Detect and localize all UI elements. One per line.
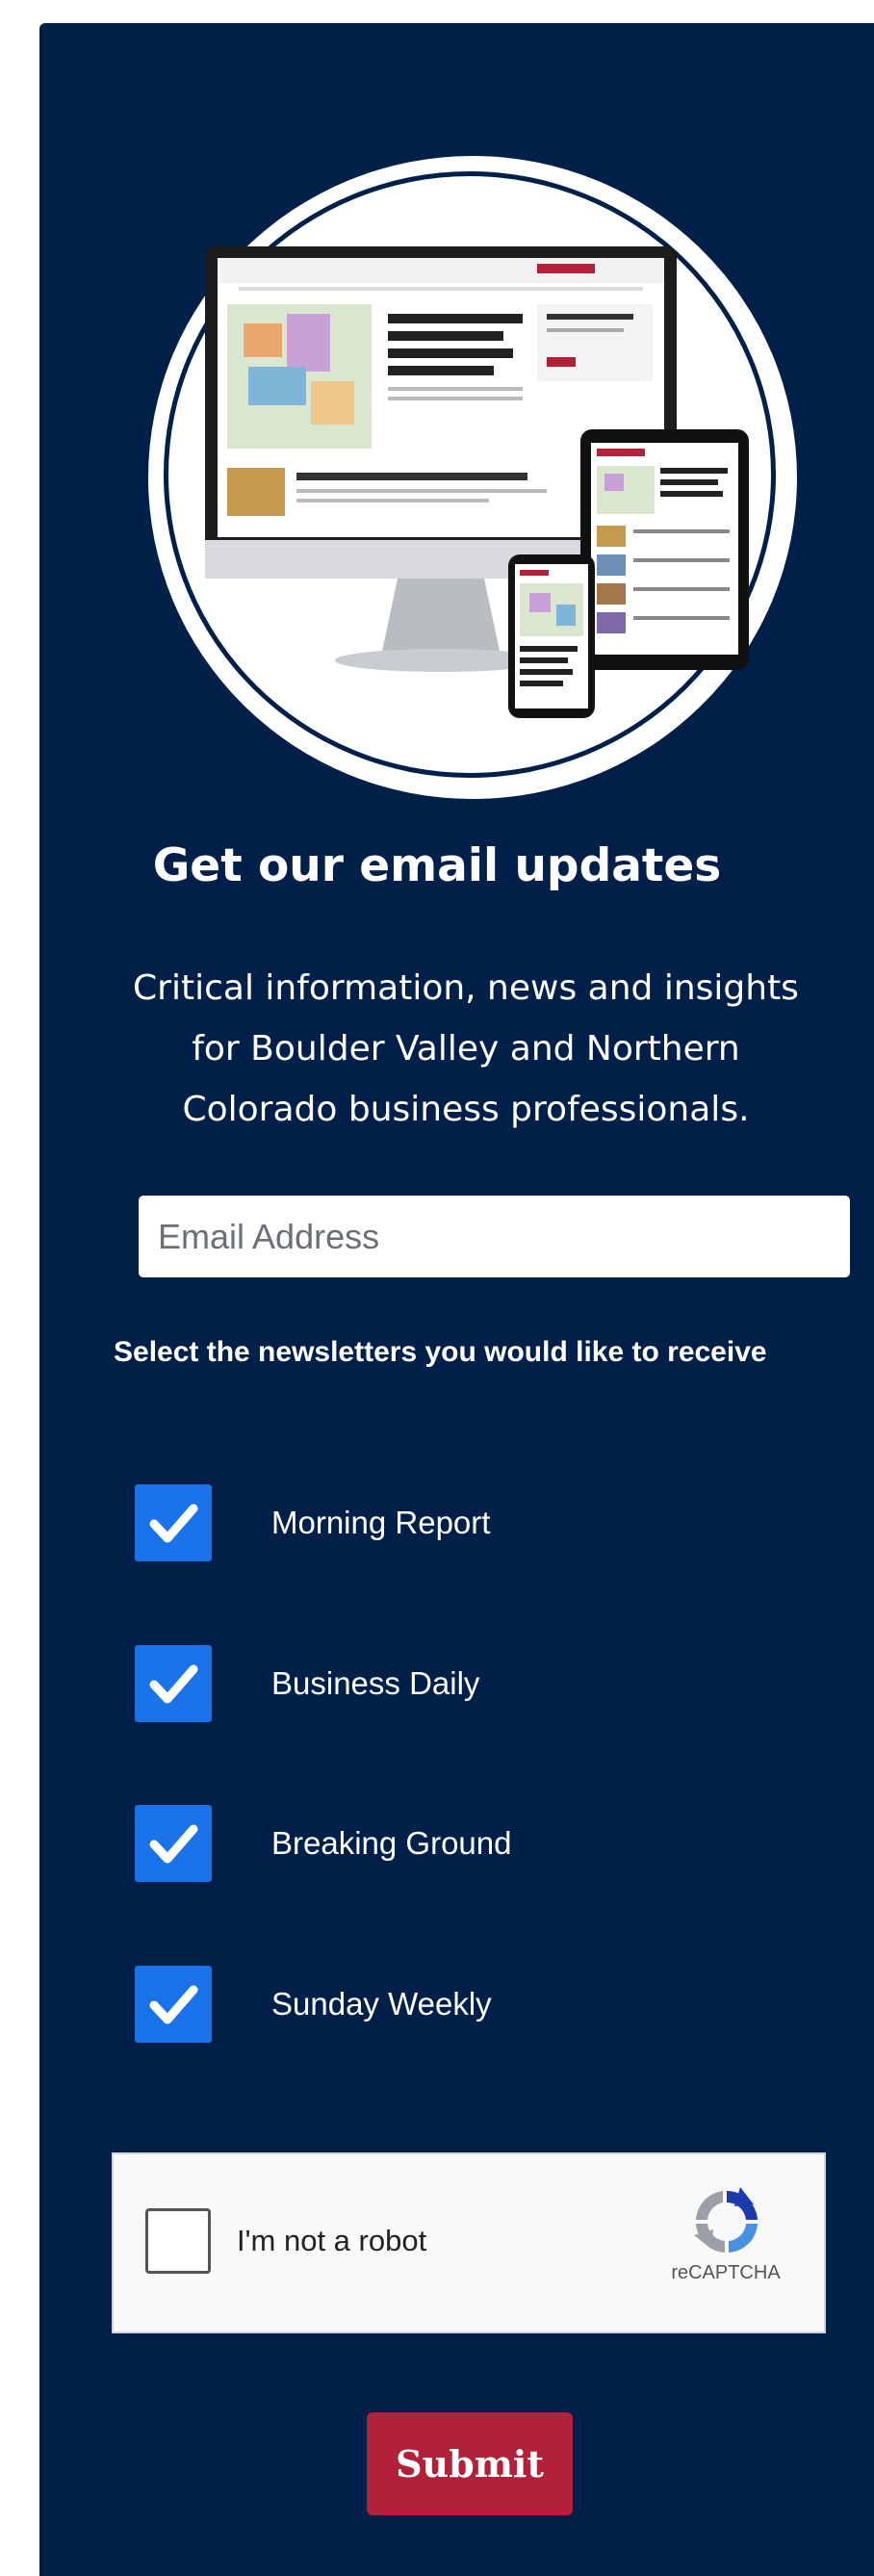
checkmark-icon — [149, 1985, 198, 2024]
signup-intro: Critical information, news and insights … — [133, 968, 799, 1129]
newsletter-option-sunday-weekly[interactable]: Sunday Weekly — [135, 1966, 712, 2043]
recaptcha-checkbox[interactable] — [145, 2208, 211, 2274]
checkmark-icon — [149, 1664, 198, 1704]
newsletter-label: Business Daily — [271, 1665, 480, 1701]
newsletter-option-breaking-ground[interactable]: Breaking Ground — [135, 1805, 712, 1882]
devices-illustration-svg — [205, 246, 749, 718]
newsletter-label: Morning Report — [271, 1505, 491, 1540]
email-input[interactable] — [139, 1196, 850, 1277]
newsletter-label: Sunday Weekly — [271, 1986, 492, 2022]
recaptcha-label: I'm not a robot — [237, 2224, 427, 2257]
newsletter-option-business-daily[interactable]: Business Daily — [135, 1645, 712, 1722]
checkbox[interactable] — [135, 1805, 212, 1882]
recaptcha-widget: I'm not a robot reCAPTCHA — [112, 2152, 826, 2333]
checkbox[interactable] — [135, 1645, 212, 1722]
recaptcha-logo-icon — [694, 2187, 758, 2253]
newsletter-option-morning-report[interactable]: Morning Report — [135, 1484, 712, 1561]
newsletters-prompt: Select the newsletters you would like to… — [114, 1336, 767, 1368]
devices-illustration-icon — [152, 160, 793, 795]
checkbox[interactable] — [135, 1966, 212, 2043]
newsletter-label: Breaking Ground — [271, 1825, 512, 1861]
checkbox[interactable] — [135, 1484, 212, 1561]
checkmark-icon — [149, 1824, 198, 1864]
submit-button[interactable]: Submit — [367, 2412, 573, 2515]
checkmark-icon — [149, 1504, 198, 1543]
recaptcha-brand: reCAPTCHA — [671, 2262, 781, 2283]
signup-heading: Get our email updates — [152, 839, 722, 892]
